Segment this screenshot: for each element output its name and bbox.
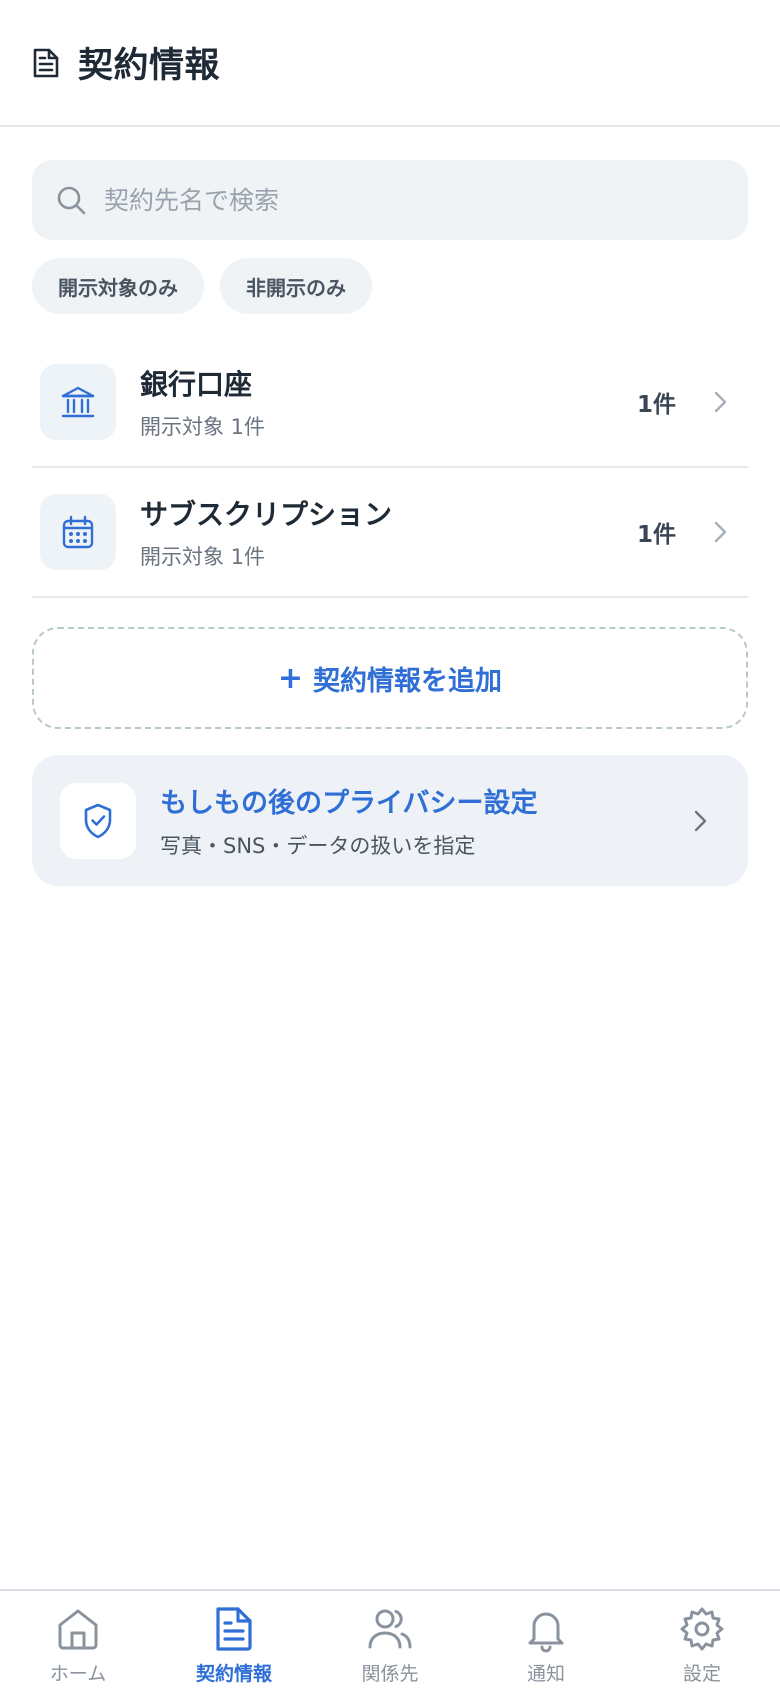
plus-icon: + [277, 660, 304, 696]
tab-label: 設定 [682, 1663, 721, 1685]
tab-notifications[interactable]: 通知 [468, 1591, 624, 1688]
chevron-right-icon [690, 808, 710, 834]
document-icon [32, 46, 62, 80]
list-item-bank-account[interactable]: 銀行口座 開示対象 1件 1件 [32, 338, 748, 468]
page-header: 契約情報 [0, 0, 780, 127]
tab-label: 契約情報 [195, 1663, 272, 1685]
people-icon [366, 1605, 414, 1653]
list-item-subscription[interactable]: サブスクリプション 開示対象 1件 1件 [32, 468, 748, 598]
tab-contracts[interactable]: 契約情報 [156, 1591, 312, 1688]
tab-settings[interactable]: 設定 [624, 1591, 780, 1688]
list-item-title: サブスクリプション [140, 498, 393, 531]
list-item-subtitle: 開示対象 1件 [140, 415, 266, 439]
bottom-tab-bar: ホーム 契約情報 関係先 通知 設定 [0, 1589, 780, 1688]
shield-check-icon [60, 782, 136, 859]
search-input[interactable] [104, 185, 704, 215]
bank-icon [40, 364, 116, 440]
tab-label: 通知 [526, 1663, 565, 1685]
search-bar[interactable] [32, 160, 748, 240]
filter-chips: 開示対象のみ 非開示のみ [32, 258, 372, 314]
item-count: 1件 [636, 392, 676, 418]
tab-home[interactable]: ホーム [0, 1591, 156, 1688]
add-contract-label: 契約情報を追加 [313, 665, 503, 697]
add-contract-button[interactable]: + 契約情報を追加 [32, 627, 748, 729]
chevron-right-icon [710, 519, 730, 545]
tab-contacts[interactable]: 関係先 [312, 1591, 468, 1688]
tab-label: ホーム [49, 1663, 107, 1685]
gear-icon [678, 1605, 726, 1653]
filter-chip-disclosed[interactable]: 開示対象のみ [32, 258, 204, 314]
item-count: 1件 [636, 522, 676, 548]
privacy-settings-card[interactable]: もしもの後のプライバシー設定 写真・SNS・データの扱いを指定 [32, 755, 748, 886]
calendar-icon [40, 494, 116, 570]
list-item-title: 銀行口座 [140, 368, 253, 401]
tab-label: 関係先 [361, 1663, 419, 1685]
contract-category-list: 銀行口座 開示対象 1件 1件 サブスクリプション 開示対象 1件 1件 [32, 338, 748, 598]
filter-chip-undisclosed[interactable]: 非開示のみ [220, 258, 372, 314]
page-title: 契約情報 [78, 46, 221, 86]
home-icon [54, 1605, 102, 1653]
list-item-subtitle: 開示対象 1件 [140, 545, 266, 569]
bell-icon [522, 1605, 570, 1653]
search-icon [56, 185, 86, 215]
document-icon [210, 1605, 258, 1653]
privacy-card-title: もしもの後のプライバシー設定 [160, 788, 538, 819]
chevron-right-icon [710, 389, 730, 415]
privacy-card-subtitle: 写真・SNS・データの扱いを指定 [160, 834, 476, 858]
